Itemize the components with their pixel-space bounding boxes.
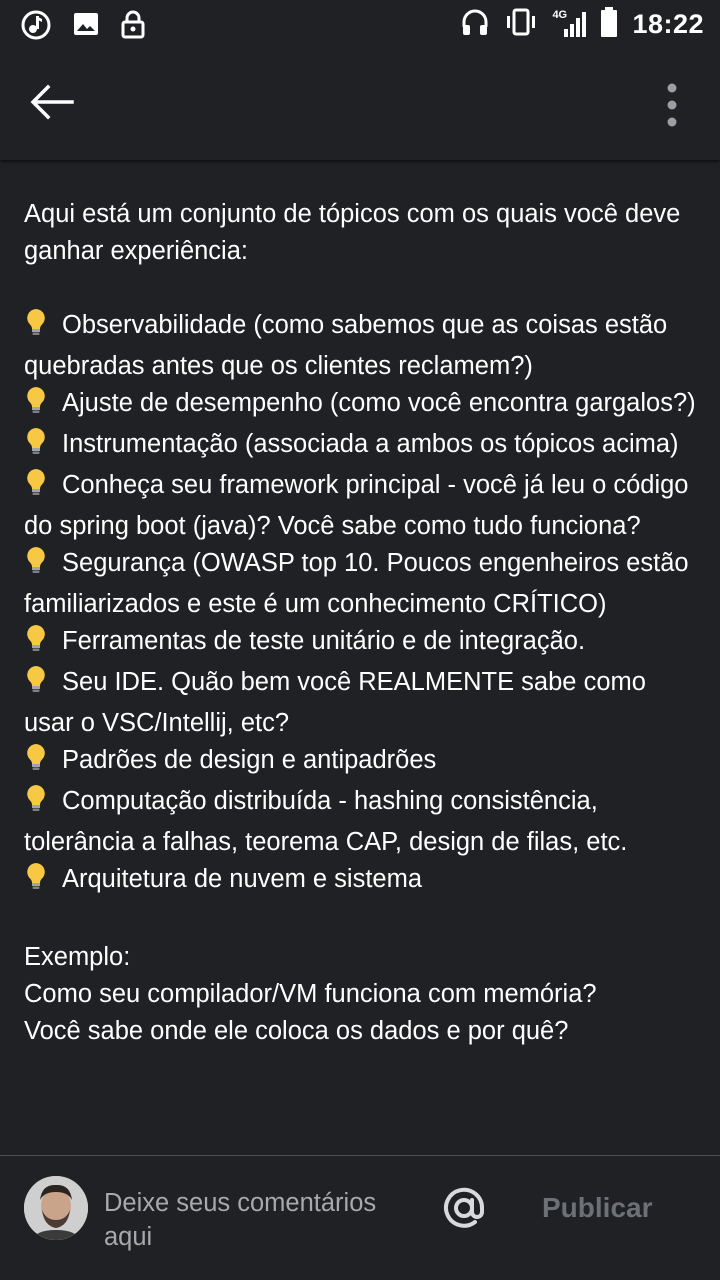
- topic-text: Arquitetura de nuvem e sistema: [62, 865, 423, 893]
- topic-text: Observabilidade (como sabemos que as coi…: [24, 311, 668, 380]
- headphones-icon: [460, 7, 490, 42]
- topic-item: Segurança (OWASP top 10. Poucos engenhei…: [24, 545, 696, 623]
- more-vertical-icon: [667, 83, 677, 127]
- lightbulb-icon: [24, 426, 62, 467]
- topic-item: Computação distribuída - hashing consist…: [24, 783, 696, 861]
- topic-item: Instrumentação (associada a ambos os tóp…: [24, 426, 696, 467]
- post-content: Aqui está um conjunto de tópicos com os …: [24, 196, 696, 1154]
- vibrate-icon: [504, 7, 538, 42]
- arrow-left-icon: [30, 84, 74, 120]
- topic-text: Ferramentas de teste unitário e de integ…: [62, 627, 586, 655]
- signal-icon: 4G: [552, 9, 587, 41]
- lightbulb-icon: [24, 467, 62, 508]
- topic-item: Observabilidade (como sabemos que as coi…: [24, 307, 696, 385]
- topic-item: Conheça seu framework principal - você j…: [24, 467, 696, 545]
- avatar[interactable]: [24, 1176, 88, 1240]
- topic-item: Arquitetura de nuvem e sistema: [24, 861, 696, 902]
- topic-text: Instrumentação (associada a ambos os tóp…: [62, 430, 679, 458]
- lock-icon: [120, 9, 146, 44]
- mention-button[interactable]: [440, 1184, 488, 1232]
- back-button[interactable]: [28, 82, 82, 128]
- topic-item: Ferramentas de teste unitário e de integ…: [24, 623, 696, 664]
- topic-text: Computação distribuída - hashing consist…: [24, 787, 628, 856]
- example-label: Exemplo:: [24, 943, 131, 971]
- topic-item: Padrões de design e antipadrões: [24, 742, 696, 783]
- example-line-2: Você sabe onde ele coloca os dados e por…: [24, 1017, 569, 1045]
- lightbulb-icon: [24, 307, 62, 348]
- topic-item: Seu IDE. Quão bem você REALMENTE sabe co…: [24, 664, 696, 742]
- topic-text: Padrões de design e antipadrões: [62, 746, 437, 774]
- lightbulb-icon: [24, 861, 62, 902]
- lightbulb-icon: [24, 545, 62, 586]
- topic-text: Conheça seu framework principal - você j…: [24, 471, 689, 540]
- lightbulb-icon: [24, 623, 62, 664]
- image-icon: [72, 10, 100, 43]
- music-sync-icon: [20, 8, 52, 45]
- post-intro: Aqui está um conjunto de tópicos com os …: [24, 200, 681, 265]
- status-bar: 4G 18:22: [0, 0, 720, 52]
- more-options-button[interactable]: [660, 82, 684, 128]
- lightbulb-icon: [24, 742, 62, 783]
- comment-input[interactable]: Deixe seus comentários aqui: [104, 1186, 404, 1254]
- battery-icon: [600, 6, 618, 43]
- app-bar: [0, 52, 720, 160]
- lightbulb-icon: [24, 385, 62, 426]
- topic-item: Ajuste de desempenho (como você encontra…: [24, 385, 696, 426]
- topic-text: Seu IDE. Quão bem você REALMENTE sabe co…: [24, 668, 646, 737]
- lightbulb-icon: [24, 783, 62, 824]
- at-sign-icon: [444, 1187, 485, 1228]
- topic-text: Segurança (OWASP top 10. Poucos engenhei…: [24, 549, 689, 618]
- comment-bar: Deixe seus comentários aqui Publicar: [0, 1156, 720, 1280]
- example-line-1: Como seu compilador/VM funciona com memó…: [24, 980, 597, 1008]
- topic-text: Ajuste de desempenho (como você encontra…: [62, 389, 696, 417]
- topic-list: Observabilidade (como sabemos que as coi…: [24, 307, 696, 902]
- clock: 18:22: [632, 9, 704, 39]
- lightbulb-icon: [24, 664, 62, 705]
- publish-button[interactable]: Publicar: [542, 1192, 652, 1224]
